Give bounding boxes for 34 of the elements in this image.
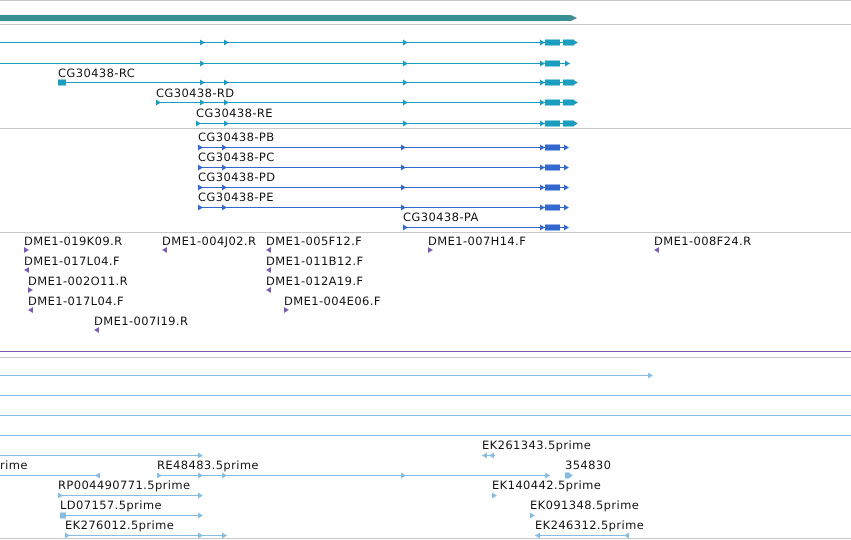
cdna-label: rime (0, 458, 28, 472)
probe-label: DME1-017L04.F (24, 254, 120, 268)
transcript-label: CG30438-RE (196, 106, 273, 120)
cdna-glyph (492, 492, 497, 498)
cdna-label: EK246312.5prime (535, 518, 644, 532)
cdna-label: EK276012.5prime (65, 518, 174, 532)
probe-label: DME1-004J02.R (162, 234, 256, 248)
protein-label: CG30438-PC (198, 150, 275, 164)
transcript-label: CG30438-RD (156, 86, 235, 100)
probe-label: DME1-008F24.R (654, 234, 752, 248)
cdna-glyph (482, 452, 496, 458)
cdna-label: 354830 (565, 458, 612, 472)
protein-label: CG30438-PB (198, 130, 274, 144)
probe-label: DME1-017L04.F (28, 294, 124, 308)
probe-label: DME1-011B12.F (266, 254, 364, 268)
protein-label: CG30438-PA (403, 210, 479, 224)
cdna-label: EK261343.5prime (482, 438, 592, 452)
probe-label: DME1-007I19.R (94, 314, 188, 328)
probe-label: DME1-005F12.F (266, 234, 362, 248)
probe-label: DME1-007H14.F (428, 234, 526, 248)
protein-label: CG30438-PD (198, 170, 276, 184)
probe-label: DME1-019K09.R (24, 234, 122, 248)
cdna-label: EK140442.5prime (492, 478, 602, 492)
cdna-label: RP004490771.5prime (58, 478, 190, 492)
cdna-glyph (565, 472, 573, 479)
transcript-label: CG30438-RC (58, 66, 136, 80)
probe-label: DME1-002O11.R (28, 274, 128, 288)
cdna-label: EK091348.5prime (530, 498, 640, 512)
probe-label: DME1-012A19.F (266, 274, 364, 288)
probe-label: DME1-004E06.F (284, 294, 381, 308)
cdna-label: RE48483.5prime (157, 458, 259, 472)
cdna-glyph (530, 512, 535, 518)
cdna-label: LD07157.5prime (60, 498, 162, 512)
protein-label: CG30438-PE (198, 190, 274, 204)
